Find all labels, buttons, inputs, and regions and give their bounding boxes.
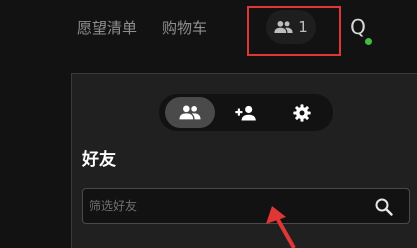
- friends-tabs: [159, 94, 333, 131]
- search-icon[interactable]: [374, 197, 394, 217]
- avatar-initial: Q: [350, 15, 366, 39]
- people-icon: [179, 105, 201, 120]
- tab-friends[interactable]: [165, 97, 215, 128]
- tab-add-friend[interactable]: [221, 97, 271, 128]
- cart-link[interactable]: 购物车: [162, 18, 207, 38]
- friends-title: 好友: [82, 150, 116, 170]
- tab-settings[interactable]: [277, 97, 327, 128]
- online-status-dot: [365, 38, 372, 45]
- add-friend-icon: [235, 105, 257, 121]
- annotation-highlight-box: [247, 6, 341, 56]
- filter-friends-input[interactable]: [89, 195, 359, 217]
- wishlist-link[interactable]: 愿望清单: [77, 18, 137, 38]
- gear-icon: [293, 103, 311, 122]
- filter-friends-field: [82, 188, 410, 224]
